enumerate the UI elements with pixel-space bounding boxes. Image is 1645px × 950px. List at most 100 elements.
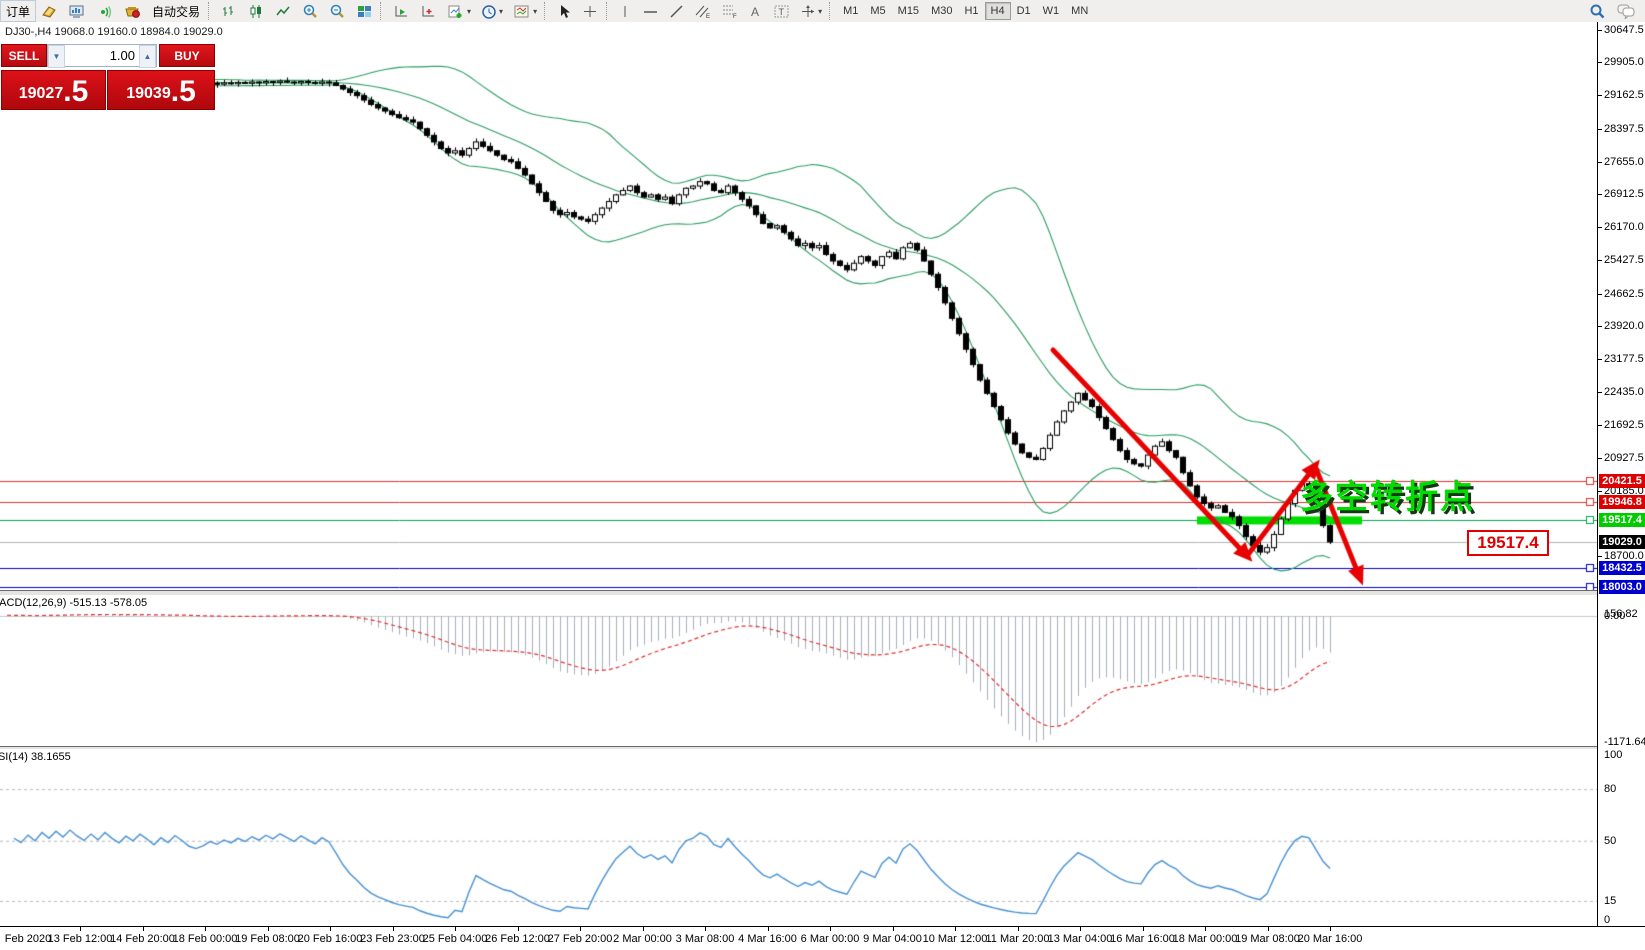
time-axis-label: 19 Feb 08:00 xyxy=(235,933,300,945)
line-chart-type-icon[interactable] xyxy=(270,0,297,22)
text-tool-icon[interactable]: A xyxy=(743,0,768,22)
axis-label xyxy=(1598,326,1602,327)
time-axis-label: 11 Mar 20:00 xyxy=(985,933,1049,945)
chat-icon[interactable] xyxy=(1611,0,1641,22)
volume-input[interactable] xyxy=(65,45,139,66)
tab-d1[interactable]: D1 xyxy=(1011,2,1037,20)
chart-shift-icon[interactable] xyxy=(415,0,442,22)
time-tick xyxy=(1018,927,1019,931)
buy-price-quote[interactable]: 19039.5 xyxy=(107,70,215,110)
trend-annotation-text: 多空转折点 xyxy=(1300,470,1475,518)
orders-button[interactable]: 订单 xyxy=(0,0,36,22)
cursor-tool-icon[interactable] xyxy=(552,0,577,22)
axis-label: 25427.5 xyxy=(1604,254,1644,266)
horizontal-line-tool-icon[interactable] xyxy=(637,0,664,22)
fibonacci-tool-icon[interactable]: F xyxy=(716,0,743,22)
price-badge: 19029.0 xyxy=(1599,535,1645,549)
auto-scroll-icon[interactable] xyxy=(388,0,415,22)
axis-label xyxy=(1598,129,1602,130)
text-label-tool-icon[interactable]: T xyxy=(768,0,795,22)
sell-price-fraction: .5 xyxy=(63,77,88,107)
tab-h4[interactable]: H4 xyxy=(985,2,1011,20)
signals-icon[interactable] xyxy=(91,0,118,22)
tab-m15[interactable]: M15 xyxy=(892,2,925,20)
axis-label: 26912.5 xyxy=(1604,188,1644,200)
vertical-line-tool-icon[interactable] xyxy=(614,0,637,22)
macd-canvas xyxy=(0,595,1598,746)
toolbar-separator xyxy=(380,2,386,20)
sell-price-main: 19027 xyxy=(19,81,64,107)
time-axis-label: 14 Feb 20:00 xyxy=(110,933,175,945)
time-axis-label: 3 Mar 08:00 xyxy=(676,933,735,945)
time-tick xyxy=(830,927,831,931)
tile-windows-icon[interactable] xyxy=(351,0,378,22)
price-callout-label: 19517.4 xyxy=(1467,530,1549,556)
time-axis[interactable]: Feb 202013 Feb 12:0014 Feb 20:0018 Feb 0… xyxy=(0,926,1645,950)
time-tick xyxy=(1268,927,1269,931)
price-badge: 18003.0 xyxy=(1599,580,1645,594)
crosshair-tool-icon[interactable] xyxy=(577,0,604,22)
time-axis-label: 20 Feb 16:00 xyxy=(298,933,363,945)
templates-button[interactable]: ▾ xyxy=(508,0,542,22)
axis-label xyxy=(1598,294,1602,295)
tab-w1[interactable]: W1 xyxy=(1037,2,1066,20)
time-tick xyxy=(455,927,456,931)
time-axis-label: 9 Mar 04:00 xyxy=(863,933,922,945)
macd-pane[interactable]: MACD(12,26,9) -515.13 -578.05 xyxy=(0,595,1598,746)
volume-up-button[interactable]: ▲ xyxy=(139,45,156,68)
axis-label: 100 xyxy=(1604,749,1622,761)
periods-button[interactable]: ▾ xyxy=(476,0,508,22)
channel-tool-icon[interactable]: E xyxy=(689,0,716,22)
rsi-pane[interactable]: RSI(14) 38.1655 xyxy=(0,749,1598,926)
axis-label: 23177.5 xyxy=(1604,353,1644,365)
auto-trading-button[interactable]: 自动交易 xyxy=(146,0,206,22)
axis-label xyxy=(1598,95,1602,96)
zoom-in-icon[interactable] xyxy=(297,0,324,22)
market-icon[interactable] xyxy=(118,0,146,22)
history-book-icon[interactable] xyxy=(36,0,63,22)
time-axis-label: 20 Mar 16:00 xyxy=(1298,933,1363,945)
axis-label xyxy=(1598,359,1602,360)
shapes-tool-button[interactable]: ▾ xyxy=(795,0,827,22)
tab-m1[interactable]: M1 xyxy=(837,2,864,20)
time-axis-label: 6 Mar 00:00 xyxy=(801,933,860,945)
sell-price-quote[interactable]: 19027.5 xyxy=(1,70,106,110)
time-tick xyxy=(580,927,581,931)
terminal-icon[interactable] xyxy=(63,0,91,22)
svg-text:A: A xyxy=(751,5,759,19)
zoom-out-icon[interactable] xyxy=(324,0,351,22)
time-tick xyxy=(268,927,269,931)
trendline-tool-icon[interactable] xyxy=(664,0,689,22)
main-chart-pane[interactable]: DJ30-,H4 19068.0 19160.0 18984.0 19029.0… xyxy=(0,22,1598,590)
price-badge: 18432.5 xyxy=(1599,561,1645,575)
toolbar: 订单 自动交易 ▾ ▾ ▾ E F A T ▾ M1 M5 M15 M30 xyxy=(0,0,1645,23)
trading-terminal: 订单 自动交易 ▾ ▾ ▾ E F A T ▾ M1 M5 M15 M30 xyxy=(0,0,1645,950)
search-icon[interactable] xyxy=(1583,0,1611,22)
time-axis-label: 10 Mar 12:00 xyxy=(923,933,988,945)
axis-label xyxy=(1598,30,1602,31)
candlestick-chart-type-icon[interactable] xyxy=(243,0,270,22)
tab-mn[interactable]: MN xyxy=(1065,2,1094,20)
time-axis-label: Feb 2020 xyxy=(5,933,51,945)
price-badge: 20421.5 xyxy=(1599,474,1645,488)
volume-down-button[interactable]: ▼ xyxy=(48,45,65,68)
tab-m5[interactable]: M5 xyxy=(864,2,891,20)
time-tick xyxy=(1080,927,1081,931)
axis-label xyxy=(1598,458,1602,459)
time-tick xyxy=(330,927,331,931)
price-axis[interactable]: 30647.529905.029162.528397.527655.026912… xyxy=(1597,22,1645,926)
time-axis-label: 16 Mar 16:00 xyxy=(1110,933,1175,945)
time-tick xyxy=(955,927,956,931)
axis-label xyxy=(1598,162,1602,163)
axis-label: 80 xyxy=(1604,783,1616,795)
tab-m30[interactable]: M30 xyxy=(925,2,958,20)
time-tick xyxy=(643,927,644,931)
buy-button[interactable]: BUY xyxy=(159,44,215,67)
tab-h1[interactable]: H1 xyxy=(958,2,984,20)
chart-title: DJ30-,H4 19068.0 19160.0 18984.0 19029.0 xyxy=(5,26,223,38)
toolbar-separator xyxy=(606,2,612,20)
sell-button[interactable]: SELL xyxy=(1,44,47,67)
bar-chart-type-icon[interactable] xyxy=(216,0,243,22)
axis-label xyxy=(1598,491,1602,492)
new-chart-button[interactable]: ▾ xyxy=(442,0,476,22)
